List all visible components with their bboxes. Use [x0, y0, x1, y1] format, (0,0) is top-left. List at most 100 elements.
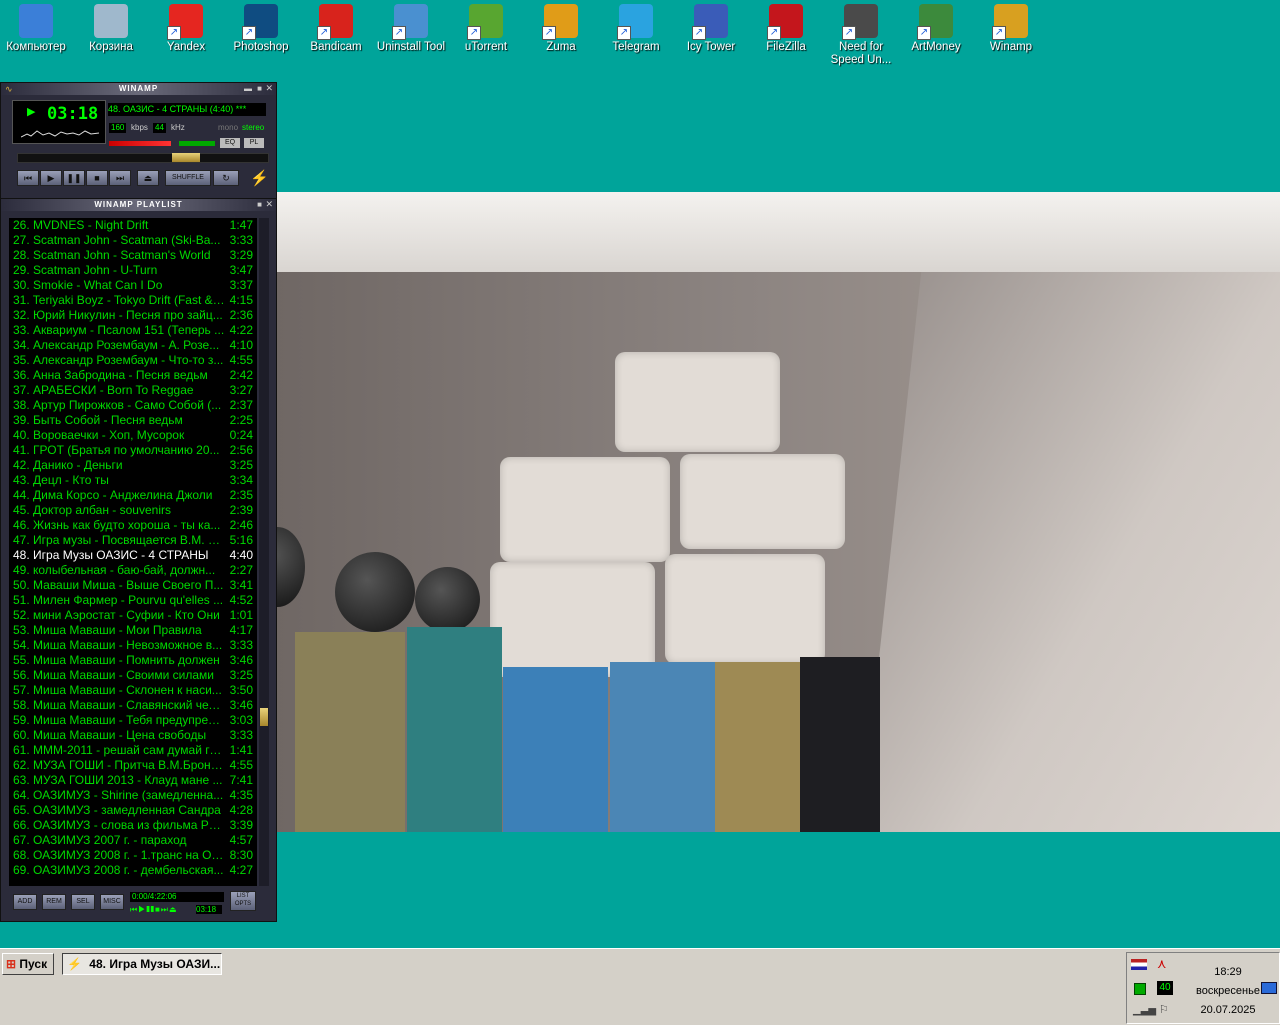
desktop-icon-recycle-bin[interactable]: Корзина — [75, 4, 147, 54]
playlist-item[interactable]: 59. Миша Маваши - Тебя предупреж... 3:03 — [9, 713, 257, 728]
taskbar-winamp-button[interactable]: ⚡ 48. Игра Музы ОАЗИ... — [62, 953, 222, 975]
playlist-item[interactable]: 56. Миша Маваши - Своими силами 3:25 — [9, 668, 257, 683]
eject-button[interactable]: ⏏ — [137, 170, 159, 186]
playlist-item[interactable]: 45. Доктор албан - souvenirs 2:39 — [9, 503, 257, 518]
playlist-item[interactable]: 31. Teriyaki Boyz - Tokyo Drift (Fast & … — [9, 293, 257, 308]
balance-slider[interactable] — [179, 141, 215, 146]
desktop-icon-need-for-speed[interactable]: ↗ Need for Speed Un... — [825, 4, 897, 67]
playlist-item[interactable]: 58. Миша Маваши - Славянский чел... 3:46 — [9, 698, 257, 713]
playlist-item[interactable]: 41. ГРОТ (Братья по умолчанию 20... 2:56 — [9, 443, 257, 458]
previous-button[interactable]: ⏮ — [17, 170, 39, 186]
action-center-flag-icon[interactable]: ⚐ — [1159, 1003, 1169, 1016]
playlist-list-options-button[interactable]: LIST OPTS — [230, 891, 256, 911]
desktop-icon-icy-tower[interactable]: ↗ Icy Tower — [675, 4, 747, 54]
playlist-scroll-thumb[interactable] — [260, 708, 268, 726]
next-button[interactable]: ⏭ — [109, 170, 131, 186]
playlist-item[interactable]: 27. Scatman John - Scatman (Ski-Ba... 3:3… — [9, 233, 257, 248]
show-desktop-icon[interactable] — [1261, 982, 1277, 994]
volume-slider[interactable] — [109, 141, 171, 146]
playlist-scrollbar[interactable] — [259, 218, 269, 886]
playlist-item[interactable]: 65. ОАЗИМУЗ - замедленная Сандра 4:28 — [9, 803, 257, 818]
desktop-icon-telegram[interactable]: ↗ Telegram — [600, 4, 672, 54]
stop-button[interactable]: ■ — [86, 170, 108, 186]
winamp-menu-icon[interactable]: ∿ — [5, 84, 13, 95]
playlist-misc-button[interactable]: MISC — [100, 894, 124, 910]
clock-day[interactable]: воскресенье — [1183, 985, 1273, 997]
playlist-item[interactable]: 63. МУЗА ГОШИ 2013 - Клауд мане ... 7:41 — [9, 773, 257, 788]
playlist-item[interactable]: 48. Игра Музы ОАЗИС - 4 СТРАНЫ 4:40 — [9, 548, 257, 563]
tray-badge-icon[interactable]: 40 — [1157, 981, 1173, 995]
desktop-icon-bandicam[interactable]: ↗ Bandicam — [300, 4, 372, 54]
desktop-icon-computer[interactable]: Компьютер — [0, 4, 72, 54]
playlist-item[interactable]: 32. Юрий Никулин - Песня про зайц... 2:36 — [9, 308, 257, 323]
playlist-item[interactable]: 69. ОАЗИМУЗ 2008 г. - дембельская... 4:27 — [9, 863, 257, 878]
playlist-item[interactable]: 52. мини Аэростат - Суфии - Кто Они 1:01 — [9, 608, 257, 623]
playlist-item[interactable]: 55. Миша Маваши - Помнить должен 3:46 — [9, 653, 257, 668]
desktop-icon-yandex-browser[interactable]: ↗ Yandex — [150, 4, 222, 54]
playlist-item[interactable]: 30. Smokie - What Can I Do 3:37 — [9, 278, 257, 293]
playlist-item[interactable]: 68. ОАЗИМУЗ 2008 г. - 1.транс на Ол... 8:… — [9, 848, 257, 863]
clock-date[interactable]: 20.07.2025 — [1183, 1004, 1273, 1016]
repeat-button[interactable]: ↻ — [213, 170, 239, 186]
desktop-icon-filezilla[interactable]: ↗ FileZilla — [750, 4, 822, 54]
play-button[interactable]: ▶ — [40, 170, 62, 186]
playlist-item[interactable]: 64. ОАЗИМУЗ - Shirine (замедленна... 4:35 — [9, 788, 257, 803]
language-flag-icon[interactable] — [1131, 959, 1147, 970]
playlist-item[interactable]: 28. Scatman John - Scatman's World 3:29 — [9, 248, 257, 263]
playlist-item[interactable]: 33. Аквариум - Псалом 151 (Теперь ... 4:2… — [9, 323, 257, 338]
playlist-item[interactable]: 61. МММ-2011 - решай сам думай го... 1:41 — [9, 743, 257, 758]
close-icon[interactable]: ✕ — [265, 83, 273, 94]
desktop-icon-utorrent[interactable]: ↗ uTorrent — [450, 4, 522, 54]
seek-thumb[interactable] — [172, 153, 200, 162]
playlist-list[interactable]: 26. MVDNES - Night Drift 1:47 27. Scatman … — [9, 218, 257, 886]
eq-toggle-button[interactable]: EQ — [220, 138, 240, 148]
desktop-icon-artmoney[interactable]: ↗ ArtMoney — [900, 4, 972, 54]
playlist-item[interactable]: 47. Игра музы - Посвящается В.М. Б... 5:1… — [9, 533, 257, 548]
winamp-title[interactable]: WINAMP — [1, 83, 276, 95]
playlist-item[interactable]: 37. АРАБЕСКИ - Born To Reggae 3:27 — [9, 383, 257, 398]
playlist-title[interactable]: WINAMP PLAYLIST — [1, 199, 276, 211]
playlist-item[interactable]: 26. MVDNES - Night Drift 1:47 — [9, 218, 257, 233]
playlist-item[interactable]: 51. Милен Фармер - Pourvu qu'elles ... 4:… — [9, 593, 257, 608]
desktop-icon-photoshop[interactable]: ↗ Photoshop — [225, 4, 297, 54]
playlist-close-icon[interactable]: ✕ — [265, 199, 273, 210]
playlist-item[interactable]: 29. Scatman John - U-Turn 3:47 — [9, 263, 257, 278]
playlist-item[interactable]: 42. Данико - Деньги 3:25 — [9, 458, 257, 473]
playlist-item[interactable]: 62. МУЗА ГОШИ - Притча В.М.Бронн... 4:55 — [9, 758, 257, 773]
playlist-item[interactable]: 39. Быть Собой - Песня ведьм 2:25 — [9, 413, 257, 428]
playlist-item[interactable]: 40. Вороваечки - Хоп, Мусорок 0:24 — [9, 428, 257, 443]
playlist-item[interactable]: 66. ОАЗИМУЗ - слова из фильма РЕ... 3:39 — [9, 818, 257, 833]
antivirus-icon[interactable]: ⋏ — [1157, 956, 1167, 972]
playlist-item[interactable]: 49. колыбельная - баю-бай, должн... 2:27 — [9, 563, 257, 578]
minimize-icon[interactable]: ▬ — [244, 84, 252, 93]
playlist-item[interactable]: 57. Миша Маваши - Склонен к наси... 3:50 — [9, 683, 257, 698]
playlist-shade-icon[interactable]: ■ — [257, 200, 262, 209]
playlist-item[interactable]: 44. Дима Корсо - Анджелина Джоли 2:35 — [9, 488, 257, 503]
shuffle-button[interactable]: SHUFFLE — [165, 170, 211, 186]
playlist-item[interactable]: 50. Маваши Миша - Выше Своего П... 3:41 — [9, 578, 257, 593]
playlist-item[interactable]: 54. Миша Маваши - Невозможное в... 3:33 — [9, 638, 257, 653]
visualizer[interactable] — [21, 125, 101, 141]
playlist-item[interactable]: 60. Миша Маваши - Цена свободы 3:33 — [9, 728, 257, 743]
network-signal-icon[interactable]: ▁▃▅ — [1133, 1005, 1156, 1016]
desktop-icon-zuma[interactable]: ↗ Zuma — [525, 4, 597, 54]
status-square-icon[interactable] — [1134, 983, 1146, 995]
playlist-select-button[interactable]: SEL — [71, 894, 95, 910]
shade-icon[interactable]: ■ — [257, 84, 262, 93]
winamp-logo-icon[interactable]: ⚡ — [250, 169, 269, 187]
playlist-item[interactable]: 53. Миша Маваши - Мои Правила 4:17 — [9, 623, 257, 638]
playlist-remove-button[interactable]: REM — [42, 894, 66, 910]
playlist-item[interactable]: 67. ОАЗИМУЗ 2007 г. - параход 4:57 — [9, 833, 257, 848]
playlist-item[interactable]: 36. Анна Забродина - Песня ведьм 2:42 — [9, 368, 257, 383]
desktop-icon-winamp[interactable]: ↗ Winamp — [975, 4, 1047, 54]
start-button[interactable]: ⊞ Пуск — [2, 953, 54, 975]
playlist-item[interactable]: 43. Децл - Кто ты 3:34 — [9, 473, 257, 488]
playlist-add-button[interactable]: ADD — [13, 894, 37, 910]
playlist-toggle-button[interactable]: PL — [244, 138, 264, 148]
desktop-icon-uninstall-tool[interactable]: ↗ Uninstall Tool — [375, 4, 447, 54]
playlist-mini-controls[interactable]: ⏮▶❚❚■⏭⏏ — [130, 905, 194, 914]
playlist-item[interactable]: 46. Жизнь как будто хороша - ты ка... 2:4… — [9, 518, 257, 533]
playlist-item[interactable]: 35. Александр Розембаум - Что-то з... 4:5… — [9, 353, 257, 368]
winamp-time[interactable]: 03:18 — [47, 104, 98, 124]
clock-time[interactable]: 18:29 — [1193, 966, 1263, 978]
